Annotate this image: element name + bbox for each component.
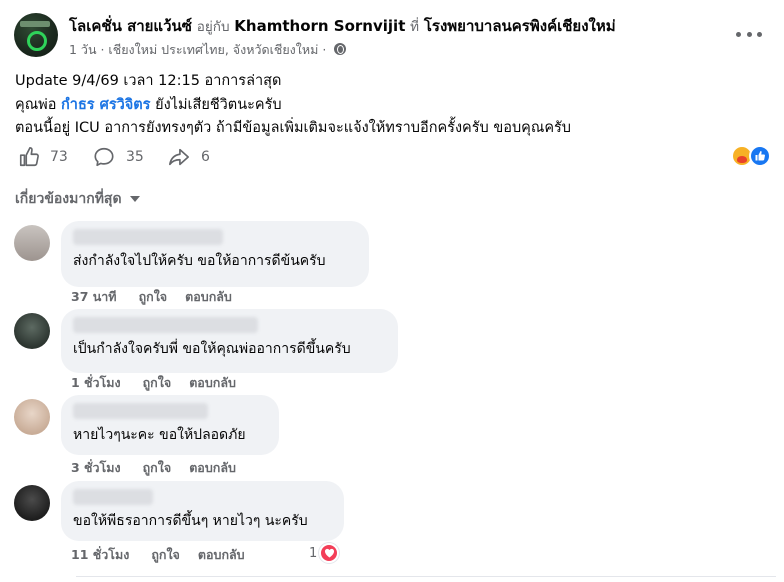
- globe-icon: [334, 43, 347, 55]
- commenter-name-blurred[interactable]: [73, 489, 153, 505]
- avatar-logo: [20, 21, 50, 27]
- post-stats: 73 35 6: [15, 143, 775, 171]
- comment-text: ส่งกำลังใจไปให้ครับ ขอให้อาการดีข้นครับ: [73, 253, 326, 269]
- avatar[interactable]: [14, 399, 50, 435]
- post-line-1: Update 9/4/69 เวลา 12:15 อาการล่าสุด: [15, 73, 282, 89]
- comment-text: หายไวๆนะคะ ขอให้ปลอดภัย: [73, 427, 246, 443]
- at-label: ที่: [410, 19, 420, 35]
- post-line-2: คุณพ่อ กำธร ศรวิจิตร ยังไม่เสียชีวิตนะคร…: [15, 94, 765, 118]
- comment-text: เป็นกำลังใจครับพี่ ขอให้คุณพ่ออาการดีขึ้…: [73, 341, 351, 357]
- like-button[interactable]: 73: [18, 143, 68, 171]
- comment-time[interactable]: 37 นาที: [71, 287, 117, 307]
- more-options-button[interactable]: [736, 22, 762, 46]
- comment-like-button[interactable]: ถูกใจ: [139, 287, 168, 307]
- comment-like-button[interactable]: ถูกใจ: [143, 373, 172, 393]
- reaction-summary[interactable]: [731, 145, 775, 169]
- comment-like-button[interactable]: ถูกใจ: [151, 545, 180, 565]
- check-in-place[interactable]: โรงพยาบาลนครพิงค์เชียงใหม่: [424, 17, 616, 35]
- post-line-2-suffix: ยังไม่เสียชีวิตนะครับ: [155, 96, 282, 113]
- share-button[interactable]: 6: [167, 143, 210, 171]
- like-count: 73: [50, 149, 68, 165]
- comment-actions: 11 ชั่วโมง ถูกใจ ตอบกลับ: [71, 545, 263, 565]
- comment-button[interactable]: 35: [92, 143, 144, 171]
- with-label: อยู่กับ: [196, 19, 230, 35]
- comment-bubble: ขอให้พีธรอาการดีขึ้นๆ หายไวๆ นะครับ: [61, 481, 344, 541]
- like-icon: [19, 147, 39, 167]
- comment-time[interactable]: 11 ชั่วโมง: [71, 545, 129, 565]
- more-icon: [736, 31, 741, 37]
- comment-time[interactable]: 3 ชั่วโมง: [71, 458, 121, 478]
- page-avatar[interactable]: [14, 13, 58, 57]
- comment-reply-button[interactable]: ตอบกลับ: [189, 458, 236, 478]
- post-body: Update 9/4/69 เวลา 12:15 อาการล่าสุด คุณ…: [15, 70, 765, 141]
- chevron-down-icon: [129, 196, 140, 202]
- mention-link[interactable]: กำธร ศรวิจิตร: [61, 97, 150, 113]
- share-count: 6: [201, 149, 210, 165]
- share-icon: [169, 148, 189, 166]
- commenter-name-blurred[interactable]: [73, 229, 223, 245]
- comment-time[interactable]: 1 ชั่วโมง: [71, 373, 121, 393]
- post-time[interactable]: 1 วัน: [69, 42, 97, 57]
- comment-text: ขอให้พีธรอาการดีขึ้นๆ หายไวๆ นะครับ: [73, 513, 308, 529]
- comment-actions: 37 นาที ถูกใจ ตอบกลับ: [71, 287, 250, 307]
- post-line-2-prefix: คุณพ่อ: [15, 96, 57, 113]
- comment-reply-button[interactable]: ตอบกลับ: [198, 545, 245, 565]
- comment-icon: [94, 147, 114, 167]
- comment-like-button[interactable]: ถูกใจ: [143, 458, 172, 478]
- avatar-ring: [27, 31, 47, 51]
- post-author-line: โลเคชั่น สายแว้นซ์ อยู่กับ Khamthorn Sor…: [69, 14, 616, 38]
- like-reaction-icon: [749, 145, 771, 167]
- comment-count: 35: [126, 149, 144, 165]
- comment-bubble: เป็นกำลังใจครับพี่ ขอให้คุณพ่ออาการดีขึ้…: [61, 309, 398, 373]
- avatar[interactable]: [14, 225, 50, 261]
- comment-actions: 1 ชั่วโมง ถูกใจ ตอบกลับ: [71, 373, 254, 393]
- divider: [76, 576, 776, 577]
- author-name[interactable]: โลเคชั่น สายแว้นซ์: [69, 17, 192, 35]
- post-location: · เชียงใหม่ ประเทศไทย, จังหวัดเชียงใหม่ …: [100, 42, 327, 57]
- heart-icon: [319, 543, 340, 563]
- post-header: โลเคชั่น สายแว้นซ์ อยู่กับ Khamthorn Sor…: [14, 10, 774, 60]
- comment-reply-button[interactable]: ตอบกลับ: [185, 287, 232, 307]
- tagged-person[interactable]: Khamthorn Sornvijit: [234, 17, 405, 35]
- comment-sort-dropdown[interactable]: เกี่ยวข้องมากที่สุด: [15, 188, 140, 210]
- post-line-3: ตอนนี้อยู่ ICU อาการยังทรงๆตัว ถ้ามีข้อม…: [15, 120, 572, 136]
- commenter-name-blurred[interactable]: [73, 317, 258, 333]
- comment-bubble: หายไวๆนะคะ ขอให้ปลอดภัย: [61, 395, 279, 455]
- avatar[interactable]: [14, 485, 50, 521]
- sort-label: เกี่ยวข้องมากที่สุด: [15, 191, 122, 207]
- avatar[interactable]: [14, 313, 50, 349]
- comment-bubble: ส่งกำลังใจไปให้ครับ ขอให้อาการดีข้นครับ: [61, 221, 369, 287]
- comment-actions: 3 ชั่วโมง ถูกใจ ตอบกลับ: [71, 458, 254, 478]
- commenter-name-blurred[interactable]: [73, 403, 208, 419]
- reaction-number: 1: [309, 545, 318, 561]
- post-meta: 1 วัน · เชียงใหม่ ประเทศไทย, จังหวัดเชีย…: [69, 40, 347, 60]
- comment-reply-button[interactable]: ตอบกลับ: [189, 373, 236, 393]
- comment-reaction-count[interactable]: 1: [309, 543, 340, 563]
